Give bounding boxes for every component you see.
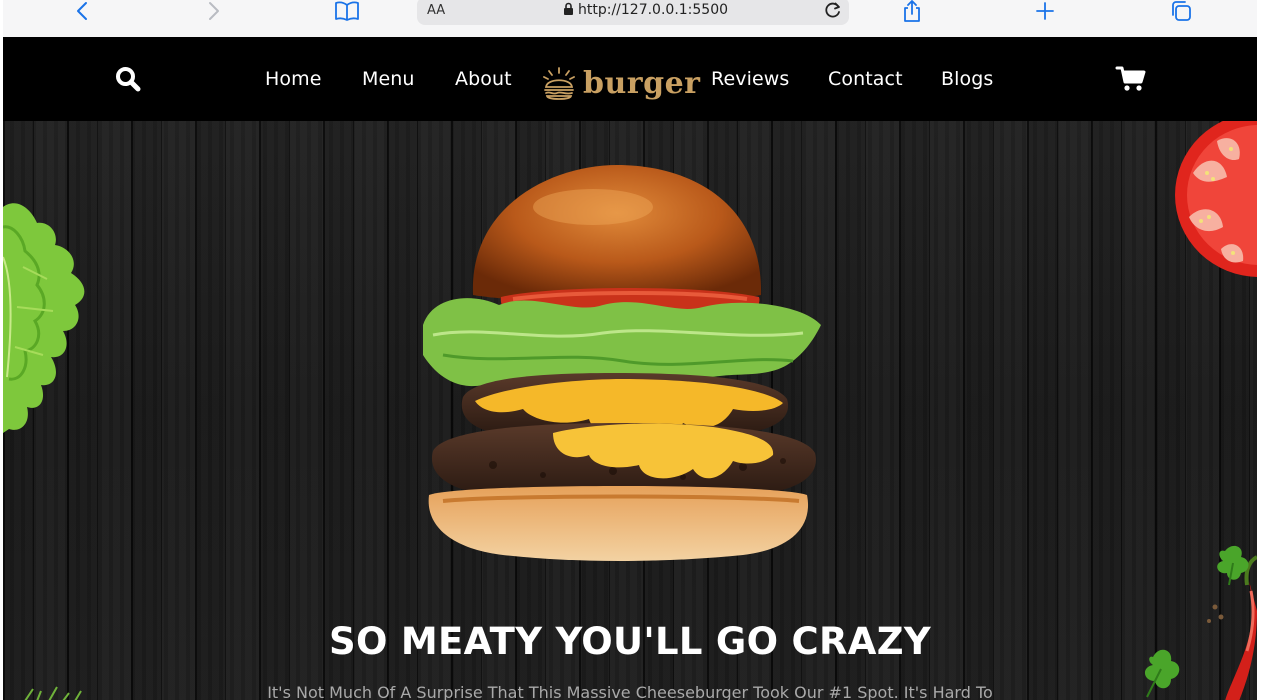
logo-text: burger: [583, 65, 701, 101]
reload-icon[interactable]: [823, 0, 843, 24]
nav-about[interactable]: About: [455, 68, 512, 90]
cart-icon[interactable]: [1115, 66, 1146, 97]
new-tab-icon[interactable]: [1034, 0, 1056, 22]
forward-icon[interactable]: [203, 0, 225, 22]
hero-title: SO MEATY YOU'LL GO CRAZY: [329, 619, 931, 663]
back-icon[interactable]: [71, 0, 93, 22]
nav-contact[interactable]: Contact: [828, 68, 903, 90]
nav-reviews[interactable]: Reviews: [711, 68, 789, 90]
browser-toolbar: AA http://127.0.0.1:5500: [3, 0, 1257, 37]
burger-logo-icon: [543, 67, 575, 100]
hero-section: SO MEATY YOU'LL GO CRAZY It's Not Much O…: [3, 121, 1257, 700]
nav-menu[interactable]: Menu: [362, 68, 415, 90]
nav-home[interactable]: Home: [265, 68, 322, 90]
tomato-decoration: [1175, 121, 1257, 277]
site-logo[interactable]: burger: [541, 59, 700, 107]
share-icon[interactable]: [901, 0, 923, 22]
text-size-button[interactable]: AA: [427, 3, 445, 18]
hero-description: It's Not Much Of A Surprise That This Ma…: [267, 683, 993, 700]
site-header: Home Menu About burger Reviews Contact B…: [3, 37, 1257, 121]
nav-blogs[interactable]: Blogs: [941, 68, 993, 90]
address-bar[interactable]: AA http://127.0.0.1:5500: [417, 0, 849, 25]
lettuce-decoration: [3, 203, 85, 433]
url-text[interactable]: http://127.0.0.1:5500: [578, 2, 728, 18]
burger-image: [423, 165, 821, 561]
search-icon[interactable]: [115, 66, 141, 97]
lock-icon: [563, 2, 574, 20]
bookmarks-icon[interactable]: [334, 0, 360, 22]
tabs-overview-icon[interactable]: [1169, 0, 1193, 22]
